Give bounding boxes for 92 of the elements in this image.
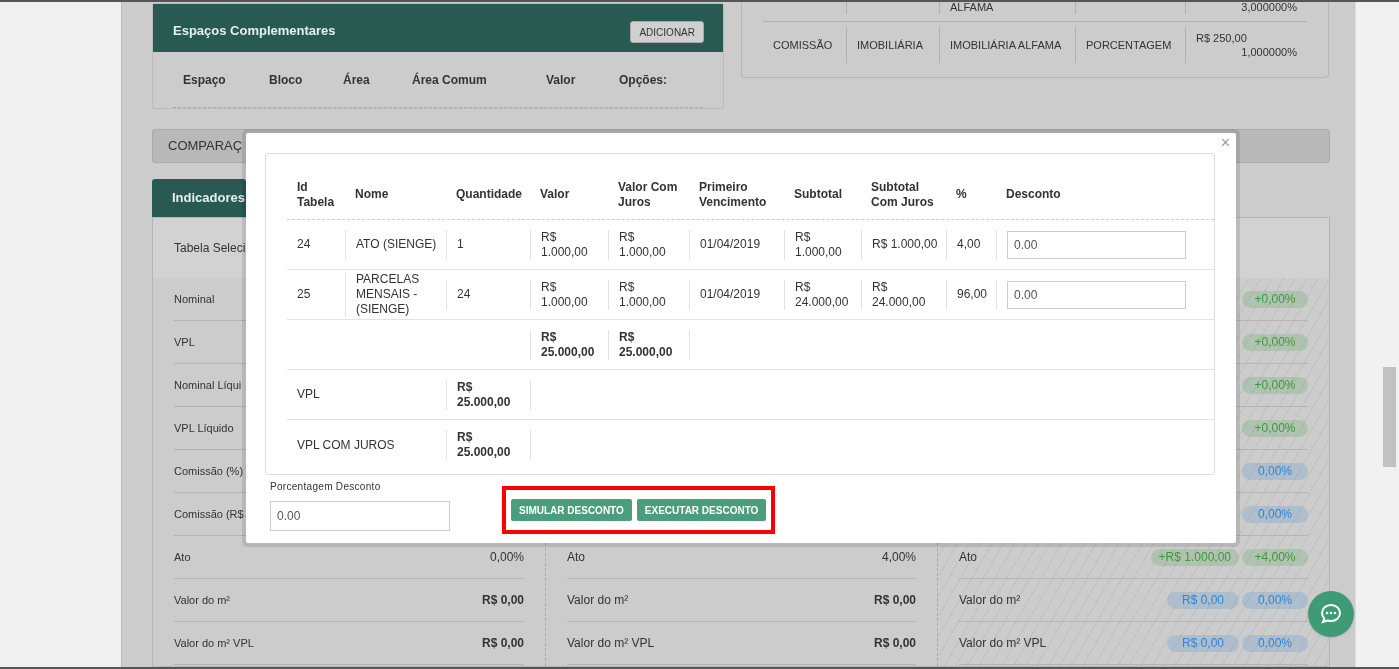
table-cell-text: R$ 25.000,00 bbox=[541, 329, 596, 360]
value-badge: 0,00% bbox=[1242, 634, 1308, 652]
value-badge: 0,00% bbox=[1242, 505, 1308, 523]
table-cell: IMOBILIÁRIA ALFAMA bbox=[950, 38, 1062, 52]
row-label: VPL bbox=[174, 334, 195, 350]
row-value: 4,00% bbox=[881, 549, 916, 566]
row-label: Valor do m² VPL bbox=[959, 635, 1047, 652]
table-cell: 01/04/2019 bbox=[700, 237, 761, 252]
section-title: COMPARAÇ bbox=[168, 137, 243, 156]
column-header: % bbox=[955, 187, 968, 202]
row-label: Valor do m² bbox=[959, 592, 1021, 609]
column-header: Subtotal bbox=[793, 187, 843, 202]
value-badge: +0,00% bbox=[1242, 290, 1308, 308]
table-cell: 4,00 bbox=[957, 237, 981, 252]
column-header: Área Comum bbox=[411, 71, 488, 89]
row-label: Comissão (R$ bbox=[174, 506, 244, 522]
row-value: R$ 0,00 bbox=[481, 635, 524, 652]
table-cell: 3,000000% bbox=[1241, 2, 1297, 14]
column-header: Primeiro Vencimento bbox=[698, 179, 768, 210]
table-cell: 01/04/2019 bbox=[700, 287, 761, 302]
table-cell: ALFAMA bbox=[950, 2, 994, 14]
row-label: Ato bbox=[567, 549, 585, 566]
row-label: Valor do m² bbox=[174, 592, 231, 608]
indicators-tab[interactable]: Indicadores bbox=[152, 179, 246, 217]
row-value: R$ 0,00 bbox=[873, 592, 916, 609]
column-header: Subtotal Com Juros bbox=[870, 179, 935, 210]
value-badge: 0,00% bbox=[1242, 462, 1308, 480]
table-cell-text: R$ 25.000,00 bbox=[457, 430, 512, 460]
row-value: 0,00% bbox=[489, 549, 524, 566]
value-badge: +R$ 1.000,00 bbox=[1150, 548, 1239, 566]
value-badge: +4,00% bbox=[1242, 548, 1308, 566]
table-cell-text: R$ 1.000,00 bbox=[795, 229, 843, 260]
row-label: Valor do m² VPL bbox=[174, 635, 254, 651]
table-cell-text: R$ 24.000,00 bbox=[795, 279, 850, 310]
column-header: Valor bbox=[545, 71, 577, 89]
discount-input-field[interactable]: 0.00 bbox=[1007, 230, 1186, 259]
table-cell: VPL COM JUROS bbox=[297, 437, 395, 453]
column-header: Valor Com Juros bbox=[617, 179, 679, 210]
row-label: Ato bbox=[174, 549, 191, 565]
value-badge: +0,00% bbox=[1242, 419, 1308, 437]
table-cell: 1,000000% bbox=[1241, 45, 1297, 59]
table-cell-text: R$ 1.000,00 bbox=[541, 229, 589, 260]
column-header: Opções: bbox=[618, 71, 668, 89]
row-label: Nominal bbox=[174, 291, 215, 307]
table-cell: 24 bbox=[457, 287, 471, 302]
add-button[interactable]: ADICIONAR bbox=[630, 21, 704, 43]
scrollbar-thumb[interactable] bbox=[1383, 367, 1396, 467]
value-badge: 0,00% bbox=[1242, 591, 1308, 609]
table-cell-text: R$ 25.000,00 bbox=[619, 329, 674, 360]
table-cell-text: PARCELAS MENSAIS - (SIENGE) bbox=[356, 272, 421, 317]
field-label: Porcentagem Desconto bbox=[270, 480, 382, 493]
column-header: Id Tabela bbox=[296, 179, 336, 210]
column-header: Espaço bbox=[182, 71, 227, 89]
row-label: Comissão (%) bbox=[174, 463, 244, 479]
discount-input-field[interactable]: 0.00 bbox=[1007, 280, 1186, 309]
column-header: Área bbox=[342, 71, 371, 89]
card-title: Espaços Complementares bbox=[173, 22, 336, 40]
chat-icon bbox=[1320, 603, 1342, 625]
table-cell-text: R$ 25.000,00 bbox=[457, 379, 512, 410]
column-header: Valor bbox=[539, 187, 571, 202]
table-cell-text: R$ 1.000,00 bbox=[619, 279, 667, 310]
table-cell-text: R$ 250,00 bbox=[1196, 31, 1248, 45]
table-cell-text: R$ 1.000,00 bbox=[619, 229, 667, 260]
discount-percentage-field[interactable]: 0.00 bbox=[270, 501, 450, 531]
row-label: Nominal Líqui bbox=[174, 377, 242, 393]
row-label: VPL Líquido bbox=[174, 420, 234, 436]
table-cell: 1 bbox=[457, 237, 464, 252]
column-header: Desconto bbox=[1005, 187, 1062, 202]
table-cell: ATO (SIENGE) bbox=[356, 237, 437, 252]
table-cell-text: R$ 1.000,00 bbox=[541, 279, 589, 310]
row-value: R$ 0,00 bbox=[873, 635, 916, 652]
column-header: Quantidade bbox=[455, 187, 523, 202]
table-cell: 96,00 bbox=[957, 287, 988, 302]
table-cell: IMOBILIÁRIA bbox=[857, 38, 924, 52]
value-badge: R$ 0,00 bbox=[1167, 591, 1239, 609]
row-value: R$ 0,00 bbox=[481, 592, 524, 609]
row-label: Valor do m² bbox=[567, 592, 629, 609]
value-badge: +0,00% bbox=[1242, 333, 1308, 351]
column-header: Nome bbox=[354, 187, 390, 202]
column-header: Bloco bbox=[268, 71, 304, 89]
table-cell: 25 bbox=[297, 287, 311, 302]
column-title: Tabela Seleci bbox=[174, 240, 246, 257]
table-cell: VPL bbox=[297, 387, 320, 402]
value-badge: +0,00% bbox=[1242, 376, 1308, 394]
table-cell: PORCENTAGEM bbox=[1086, 38, 1172, 52]
table-cell-text: R$ 24.000,00 bbox=[872, 279, 927, 310]
table-cell: R$ 1.000,00 bbox=[872, 237, 938, 252]
row-label: Ato bbox=[959, 549, 977, 566]
table-cell: COMISSÃO bbox=[773, 38, 833, 52]
table-cell: 24 bbox=[297, 237, 311, 252]
value-badge: R$ 0,00 bbox=[1167, 634, 1239, 652]
row-label: Valor do m² VPL bbox=[567, 635, 655, 652]
